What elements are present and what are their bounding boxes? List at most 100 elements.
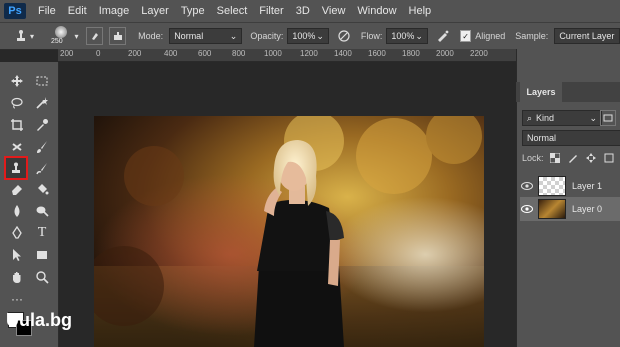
lock-label: Lock: bbox=[522, 153, 544, 163]
toggle-clone-source-panel-icon[interactable] bbox=[109, 27, 127, 45]
sample-value: Current Layer bbox=[559, 31, 615, 41]
marquee-tool-icon[interactable] bbox=[31, 70, 53, 92]
opacity-label: Opacity: bbox=[250, 31, 284, 41]
search-icon: ⌕ bbox=[527, 113, 533, 123]
layer-filter-select[interactable]: ⌕ Kind ⌄ bbox=[522, 110, 602, 126]
ruler-tick: 0 bbox=[96, 49, 101, 58]
eyedropper-tool-icon[interactable] bbox=[31, 114, 53, 136]
chevron-down-icon: ⌄ bbox=[415, 31, 423, 41]
flow-value: 100% bbox=[391, 31, 415, 41]
ruler-tick: 1200 bbox=[300, 49, 318, 58]
brush-preset-picker[interactable]: 250 bbox=[50, 24, 70, 48]
lock-position-icon[interactable] bbox=[585, 153, 596, 163]
opacity-field[interactable]: 100% ⌄ bbox=[287, 28, 329, 44]
dodge-tool-icon[interactable] bbox=[31, 200, 53, 222]
type-tool-icon[interactable]: T bbox=[31, 222, 53, 244]
menu-select[interactable]: Select bbox=[211, 5, 254, 17]
opacity-value: 100% bbox=[292, 31, 316, 41]
healing-brush-tool-icon[interactable] bbox=[6, 136, 28, 158]
menu-edit[interactable]: Edit bbox=[62, 5, 93, 17]
quick-selection-tool-icon[interactable] bbox=[31, 92, 53, 114]
menu-filter[interactable]: Filter bbox=[253, 5, 289, 17]
menu-help[interactable]: Help bbox=[403, 5, 438, 17]
ruler-tick: 2200 bbox=[470, 49, 488, 58]
options-bar: ▾ 250 ▾ Mode: Normal ⌄ Opacity: 100% ⌄ F… bbox=[0, 22, 620, 50]
layer-name: Layer 1 bbox=[572, 181, 603, 191]
brush-dropdown-icon[interactable]: ▾ bbox=[74, 32, 78, 41]
toggle-brush-panel-icon[interactable] bbox=[86, 27, 104, 45]
ruler-tick: 1000 bbox=[264, 49, 282, 58]
menu-type[interactable]: Type bbox=[175, 5, 211, 17]
menu-bar: Ps File Edit Image Layer Type Select Fil… bbox=[0, 0, 620, 22]
flow-field[interactable]: 100% ⌄ bbox=[386, 28, 428, 44]
menu-layer[interactable]: Layer bbox=[135, 5, 175, 17]
pen-tool-icon[interactable] bbox=[6, 222, 28, 244]
chevron-down-icon: ⌄ bbox=[229, 31, 238, 41]
ruler-tick: 400 bbox=[164, 49, 178, 58]
chevron-down-icon: ⌄ bbox=[589, 113, 597, 123]
lasso-tool-icon[interactable] bbox=[6, 92, 28, 114]
menu-3d[interactable]: 3D bbox=[290, 5, 316, 17]
mode-label: Mode: bbox=[138, 31, 164, 41]
ruler-tick: 200 bbox=[128, 49, 142, 58]
document-image[interactable] bbox=[94, 116, 484, 347]
ruler-tick: 2000 bbox=[436, 49, 454, 58]
ruler-tick: 1400 bbox=[334, 49, 352, 58]
flow-label: Flow: bbox=[360, 31, 383, 41]
rectangle-tool-icon[interactable] bbox=[31, 244, 53, 266]
layer-row-layer-0[interactable]: Layer 0 bbox=[520, 197, 620, 221]
mode-value: Normal bbox=[174, 31, 204, 41]
layers-tab[interactable]: Layers bbox=[520, 82, 562, 102]
zoom-tool-icon[interactable] bbox=[31, 266, 53, 288]
crop-tool-icon[interactable] bbox=[6, 114, 28, 136]
chevron-down-icon: ⌄ bbox=[316, 31, 324, 41]
menu-view[interactable]: View bbox=[316, 5, 352, 17]
paint-bucket-tool-icon[interactable] bbox=[31, 178, 53, 200]
airbrush-icon[interactable] bbox=[436, 29, 450, 43]
sample-select[interactable]: Current Layer bbox=[554, 28, 620, 44]
menu-image[interactable]: Image bbox=[93, 5, 136, 17]
move-tool-icon[interactable] bbox=[6, 70, 28, 92]
ruler-tick: 1800 bbox=[402, 49, 420, 58]
lock-all-icon[interactable] bbox=[604, 153, 614, 163]
more-tools-icon[interactable]: ··· bbox=[6, 288, 28, 310]
menu-window[interactable]: Window bbox=[351, 5, 402, 17]
brush-tool-icon[interactable] bbox=[31, 136, 53, 158]
aligned-label: Aligned bbox=[475, 31, 506, 41]
eraser-tool-icon[interactable] bbox=[6, 178, 28, 200]
hand-tool-icon[interactable] bbox=[6, 266, 28, 288]
photoshop-logo: Ps bbox=[4, 3, 26, 19]
ruler-tick: 200 bbox=[60, 49, 74, 58]
layer-row-layer-1[interactable]: Layer 1 bbox=[520, 174, 620, 198]
menu-file[interactable]: File bbox=[32, 5, 62, 17]
path-selection-tool-icon[interactable] bbox=[6, 244, 28, 266]
pressure-opacity-icon[interactable] bbox=[337, 29, 351, 43]
layer-filter-value: Kind bbox=[536, 113, 555, 123]
history-brush-tool-icon[interactable] bbox=[31, 158, 53, 180]
clone-stamp-tool-icon[interactable] bbox=[4, 156, 28, 180]
blend-mode-value: Normal bbox=[527, 133, 557, 143]
blend-mode-select[interactable]: Normal bbox=[522, 130, 620, 146]
horizontal-ruler: 200 0 200 400 600 800 1000 1200 1400 160… bbox=[58, 49, 516, 62]
brush-size-value: 250 bbox=[51, 38, 63, 45]
layer-thumbnail bbox=[538, 176, 566, 196]
eye-icon[interactable] bbox=[520, 182, 534, 190]
aligned-checkbox[interactable]: ✓ bbox=[459, 30, 472, 42]
layer-thumbnail bbox=[538, 199, 566, 219]
ruler-tick: 600 bbox=[198, 49, 212, 58]
filter-image-icon[interactable] bbox=[600, 110, 616, 126]
sample-label: Sample: bbox=[515, 31, 549, 41]
blur-tool-icon[interactable] bbox=[6, 200, 28, 222]
tool-preset-dropdown-icon[interactable]: ▾ bbox=[30, 32, 34, 41]
ruler-tick: 1600 bbox=[368, 49, 386, 58]
clone-stamp-tool-icon[interactable] bbox=[14, 29, 28, 43]
brush-tip-icon bbox=[55, 26, 68, 38]
layer-name: Layer 0 bbox=[572, 204, 603, 214]
lock-transparent-pixels-icon[interactable] bbox=[549, 153, 560, 163]
ruler-tick: 800 bbox=[232, 49, 246, 58]
watermark-logo: Uula.bg bbox=[6, 310, 72, 330]
mode-select[interactable]: Normal ⌄ bbox=[169, 28, 243, 44]
eye-icon[interactable] bbox=[520, 205, 534, 213]
lock-image-pixels-icon[interactable] bbox=[568, 153, 578, 163]
tools-panel: T ··· bbox=[0, 62, 59, 347]
